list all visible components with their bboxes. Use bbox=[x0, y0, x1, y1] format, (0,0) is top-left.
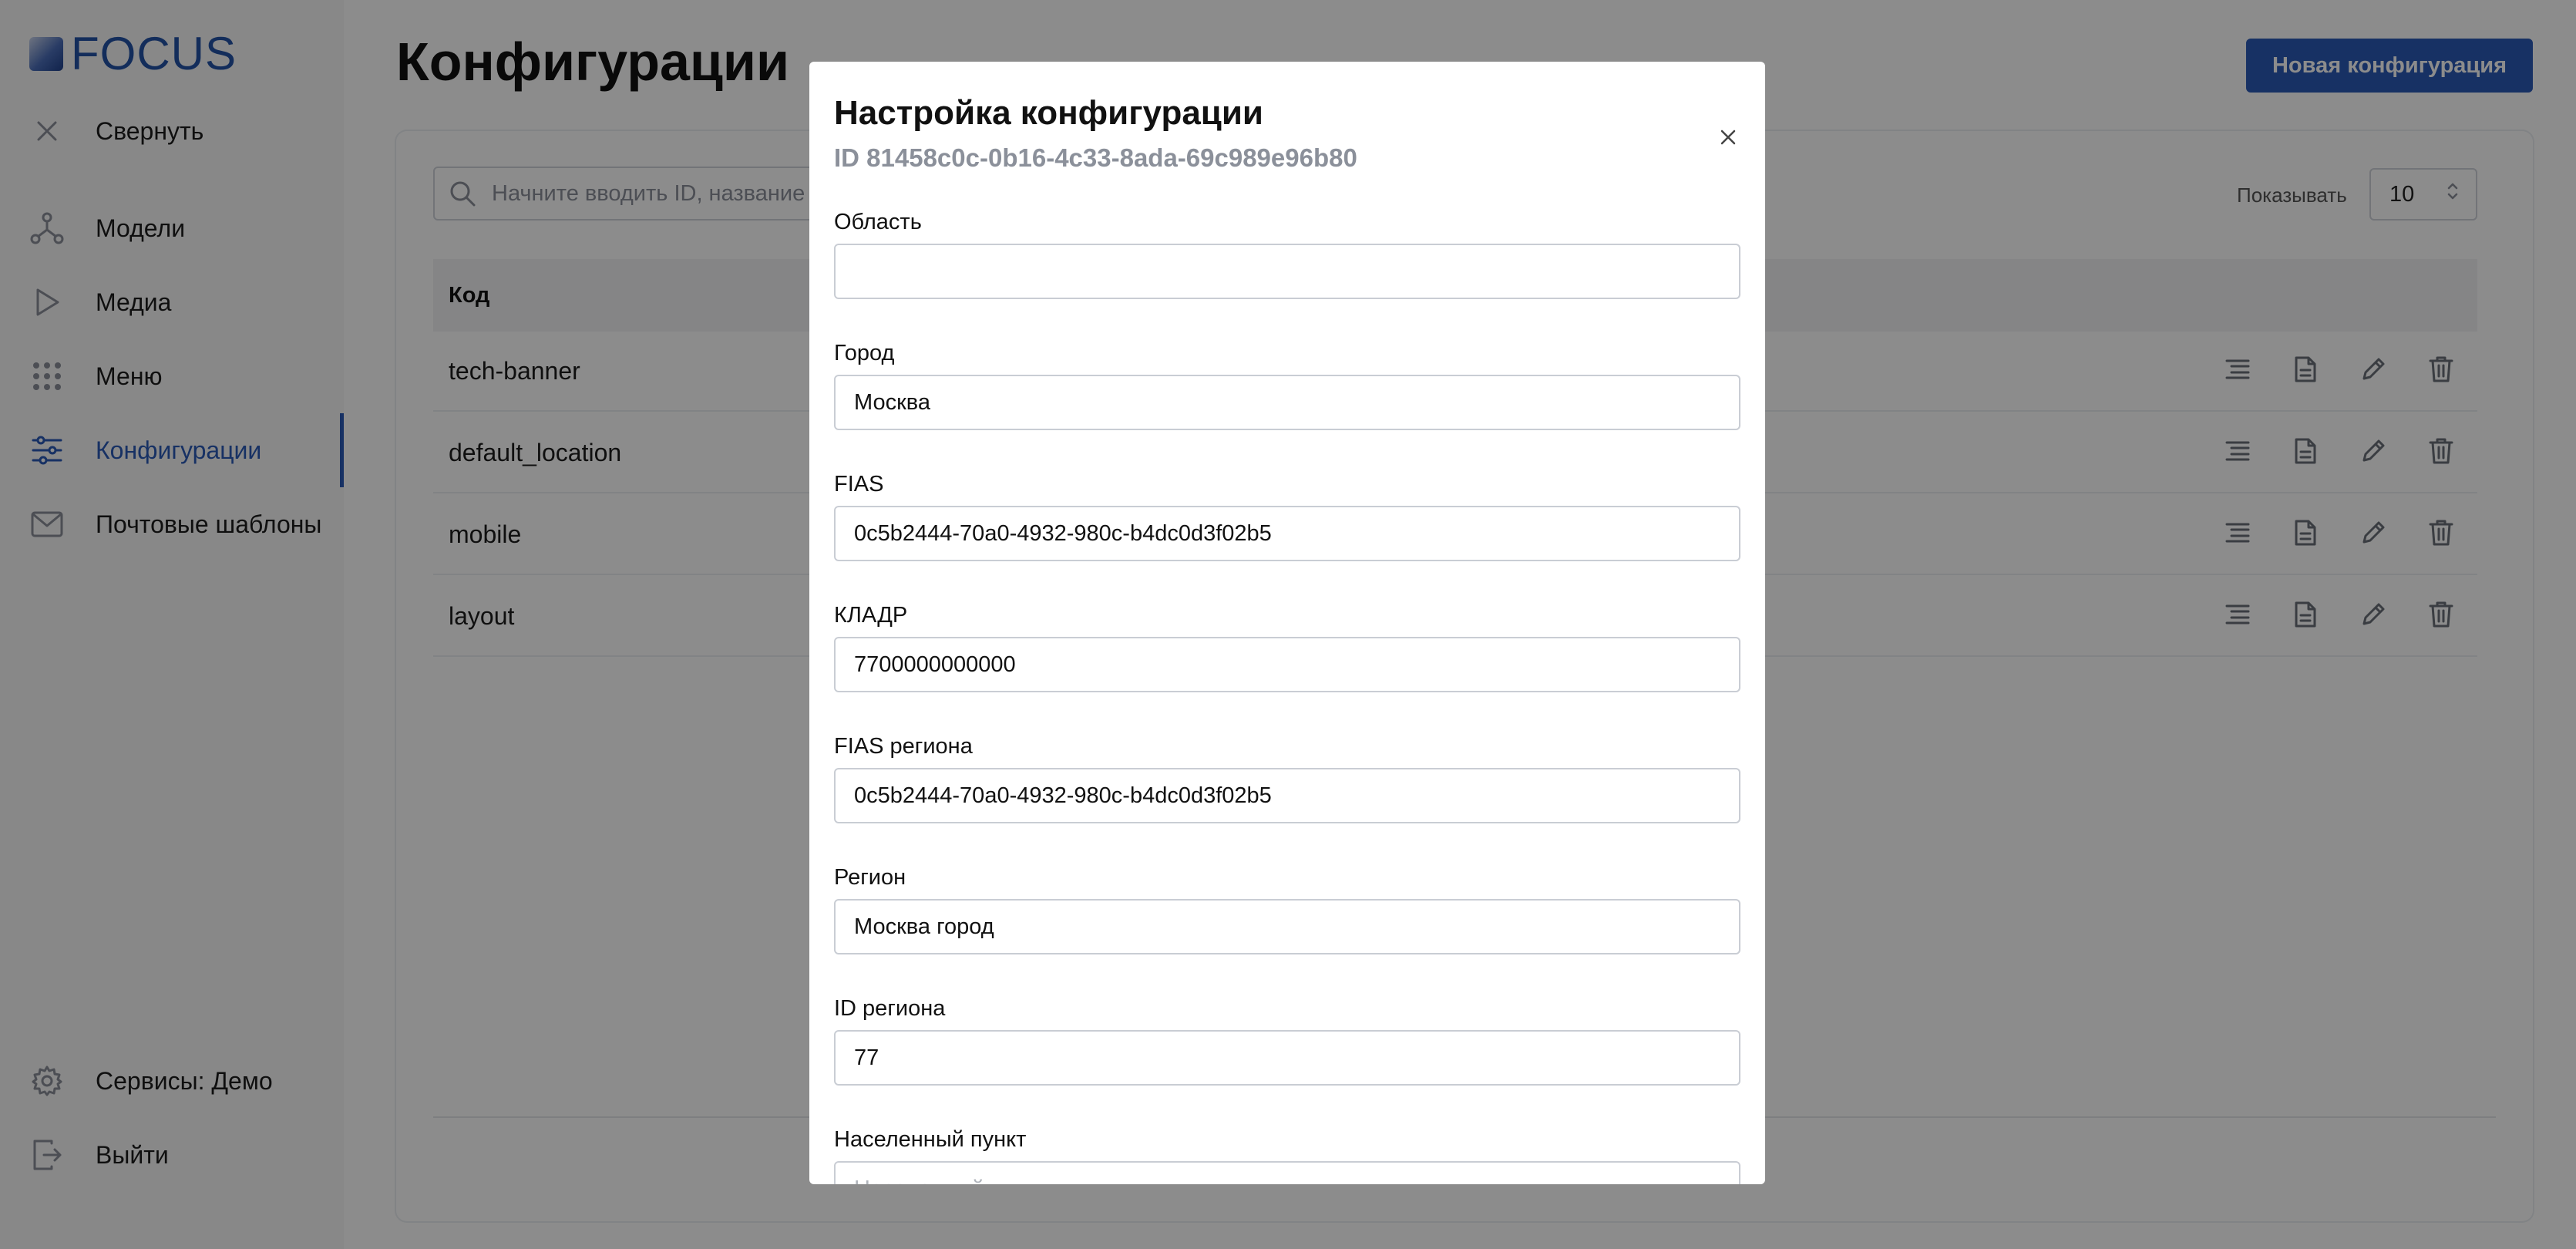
field-kladr: КЛАДР bbox=[834, 600, 1740, 692]
region-input[interactable] bbox=[834, 899, 1740, 954]
region-id-input[interactable] bbox=[834, 1030, 1740, 1086]
close-icon[interactable] bbox=[1713, 122, 1744, 153]
field-label: Город bbox=[834, 341, 895, 365]
field-region-fias: FIAS региона bbox=[834, 731, 1740, 823]
city-input[interactable] bbox=[834, 375, 1740, 430]
modal-title: Настройка конфигурации bbox=[834, 94, 1263, 132]
field-label: Регион bbox=[834, 865, 906, 890]
configuration-settings-modal: Настройка конфигурации ID 81458c0c-0b16-… bbox=[809, 62, 1765, 1184]
field-label: ID региона bbox=[834, 996, 946, 1021]
field-settlement: Населенный пункт bbox=[834, 1124, 1740, 1184]
region-fias-input[interactable] bbox=[834, 768, 1740, 823]
field-label: FIAS региона bbox=[834, 734, 973, 759]
field-fias: FIAS bbox=[834, 469, 1740, 561]
field-label: Населенный пункт bbox=[834, 1127, 1027, 1152]
field-label: КЛАДР bbox=[834, 603, 908, 628]
field-region: Регион bbox=[834, 862, 1740, 954]
modal-config-id: ID 81458c0c-0b16-4c33-8ada-69c989e96b80 bbox=[834, 143, 1357, 172]
kladr-input[interactable] bbox=[834, 637, 1740, 692]
fias-input[interactable] bbox=[834, 506, 1740, 561]
field-region-id: ID региона bbox=[834, 993, 1740, 1086]
oblast-input[interactable] bbox=[834, 244, 1740, 299]
field-label: Область bbox=[834, 210, 922, 234]
field-label: FIAS bbox=[834, 472, 884, 497]
field-oblast: Область bbox=[834, 207, 1740, 299]
settlement-input[interactable] bbox=[834, 1161, 1740, 1184]
field-city: Город bbox=[834, 338, 1740, 430]
